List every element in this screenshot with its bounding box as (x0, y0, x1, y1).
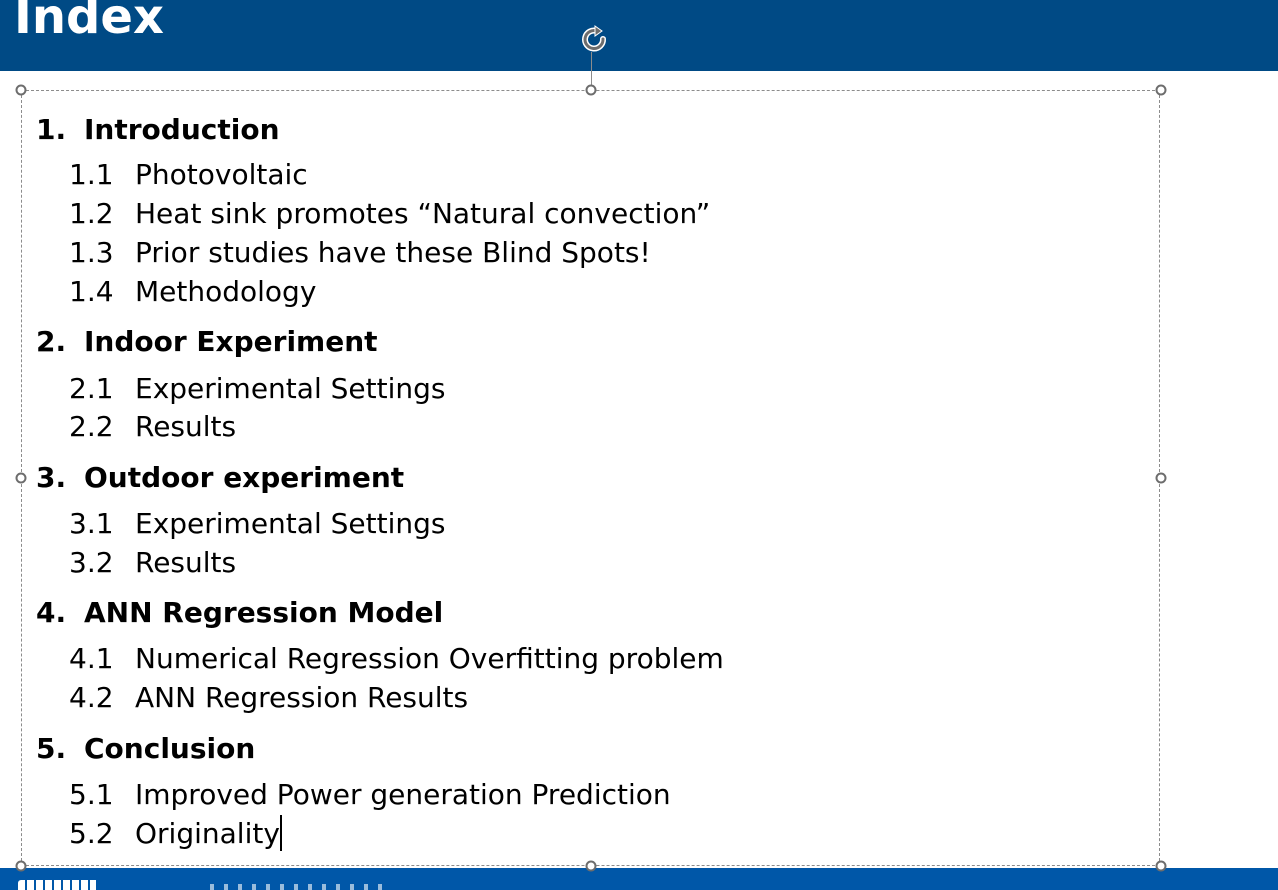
footer-logo (18, 880, 96, 890)
subsection-label: Results (135, 546, 237, 579)
subsection-number: 4.2 (69, 681, 114, 714)
section-number: 2. (36, 325, 67, 358)
subsection-label: Numerical Regression Overfitting problem (135, 642, 724, 675)
subsection-label: Photovoltaic (135, 158, 308, 191)
section-heading[interactable]: 3. Outdoor experiment (36, 458, 404, 498)
subsection-item[interactable]: 2.1 Experimental Settings (69, 370, 445, 408)
footer-bar (0, 868, 1278, 890)
subsection-label: Heat sink promotes “Natural convection” (135, 197, 711, 230)
subsection-number: 1.2 (69, 197, 114, 230)
footer-text (210, 884, 390, 890)
subsection-label: Experimental Settings (135, 507, 446, 540)
subsection-number: 1.4 (69, 275, 114, 308)
text-cursor (279, 815, 282, 851)
section-number: 3. (36, 461, 67, 494)
subsection-label: Experimental Settings (135, 372, 446, 405)
section-label: Indoor Experiment (84, 325, 378, 358)
section-heading[interactable]: 1. Introduction (36, 110, 280, 150)
subsection-item[interactable]: 1.2 Heat sink promotes “Natural convectio… (69, 195, 710, 233)
subsection-number: 3.1 (69, 507, 114, 540)
subsection-label: ANN Regression Results (135, 681, 469, 714)
subsection-item[interactable]: 1.3 Prior studies have these Blind Spots! (69, 234, 651, 272)
subsection-item[interactable]: 5.1 Improved Power generation Prediction (69, 776, 671, 814)
subsection-label: Originality (135, 817, 280, 850)
section-number: 1. (36, 113, 67, 146)
subsection-item[interactable]: 2.2 Results (69, 408, 236, 446)
subsection-number: 4.1 (69, 642, 114, 675)
section-heading[interactable]: 4. ANN Regression Model (36, 593, 443, 633)
section-label: Conclusion (84, 732, 256, 765)
section-heading[interactable]: 2. Indoor Experiment (36, 322, 378, 362)
subsection-number: 2.1 (69, 372, 114, 405)
subsection-number: 5.2 (69, 817, 114, 850)
section-number: 5. (36, 732, 67, 765)
subsection-number: 5.1 (69, 778, 114, 811)
section-label: Introduction (84, 113, 280, 146)
subsection-item[interactable]: 1.1 Photovoltaic (69, 156, 308, 194)
subsection-item[interactable]: 1.4 Methodology (69, 273, 316, 311)
section-label: ANN Regression Model (84, 596, 444, 629)
outline-content[interactable]: 1. Introduction 1.1 Photovoltaic 1.2 Heat s… (0, 0, 1160, 868)
subsection-item[interactable]: 4.2 ANN Regression Results (69, 679, 468, 717)
subsection-number: 3.2 (69, 546, 114, 579)
subsection-label: Results (135, 410, 237, 443)
subsection-number: 1.1 (69, 158, 114, 191)
section-label: Outdoor experiment (84, 461, 405, 494)
subsection-item[interactable]: 5.2 Originality (69, 815, 282, 853)
subsection-item[interactable]: 4.1 Numerical Regression Overfitting prob… (69, 640, 724, 678)
subsection-label: Improved Power generation Prediction (135, 778, 671, 811)
section-heading[interactable]: 5. Conclusion (36, 729, 255, 769)
subsection-label: Prior studies have these Blind Spots! (135, 236, 651, 269)
subsection-number: 1.3 (69, 236, 114, 269)
section-number: 4. (36, 596, 67, 629)
subsection-item[interactable]: 3.2 Results (69, 544, 236, 582)
subsection-item[interactable]: 3.1 Experimental Settings (69, 505, 445, 543)
subsection-label: Methodology (135, 275, 317, 308)
slide-canvas: Index 1. Introduction 1.1 Photovoltaic 1.2… (0, 0, 1278, 890)
subsection-number: 2.2 (69, 410, 114, 443)
